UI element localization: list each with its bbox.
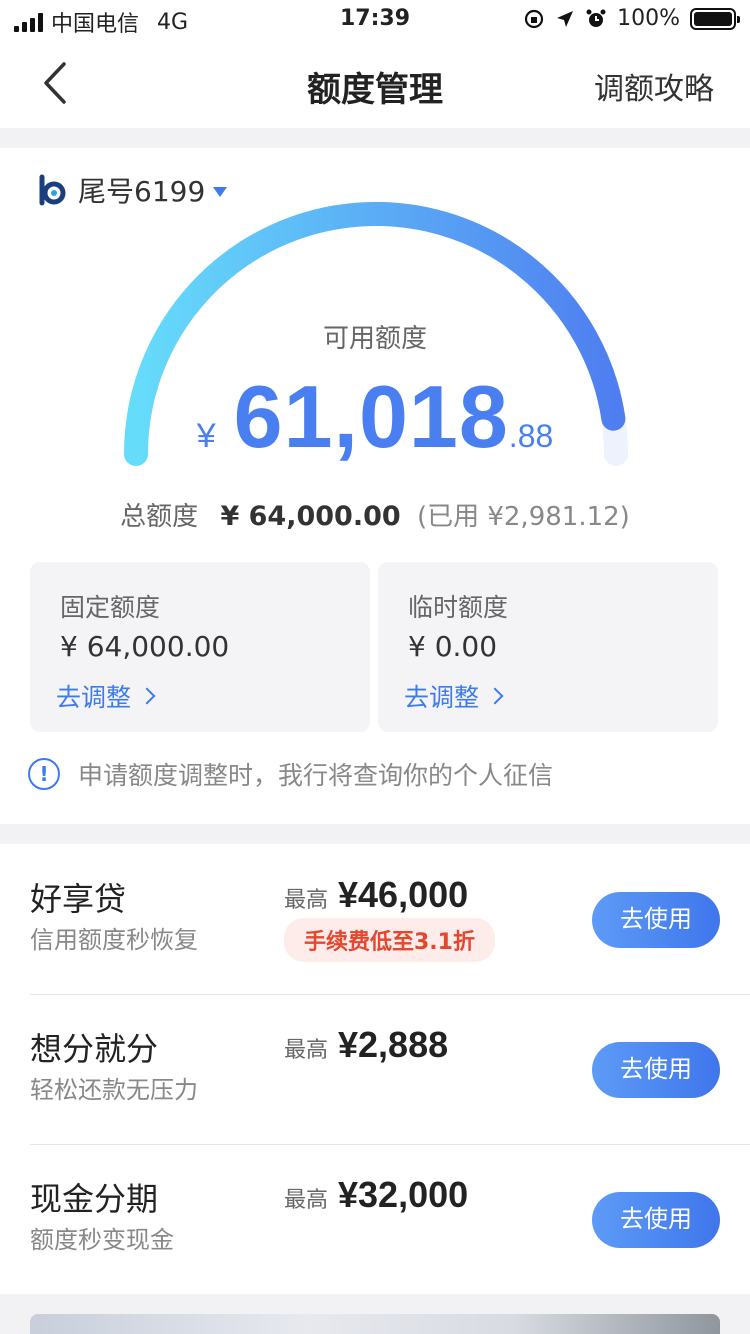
fixed-quota-box: 固定额度 ¥ 64,000.00 去调整: [30, 562, 370, 732]
notice-text: 申请额度调整时，我行将查询你的个人征信: [78, 761, 554, 790]
fixed-quota-adjust-link[interactable]: 去调整: [56, 678, 156, 714]
chevron-right-icon: [486, 687, 504, 705]
adjust-link-label: 去调整: [56, 683, 132, 712]
caret-down-icon: [213, 187, 228, 197]
use-button[interactable]: 去使用: [592, 1192, 720, 1248]
max-value: ¥2,888: [338, 1024, 449, 1065]
products-panel: 好享贷 信用额度秒恢复 最高 ¥46,000 手续费低至3.1折 去使用 想分就…: [0, 844, 750, 1294]
max-label: 最高: [284, 1038, 329, 1063]
product-name: 现金分期: [30, 1180, 159, 1218]
nav-bar: 额度管理 调额攻略: [0, 40, 750, 128]
status-bar: 中国电信 4G 17:39 100%: [0, 0, 750, 40]
temp-quota-value: ¥ 0.00: [408, 630, 498, 663]
temp-quota-box: 临时额度 ¥ 0.00 去调整: [378, 562, 718, 732]
alarm-icon: [586, 9, 606, 27]
max-value: ¥46,000: [338, 874, 469, 915]
promo-banner[interactable]: [30, 1314, 720, 1334]
product-max: 最高 ¥2,888: [284, 1024, 448, 1066]
total-credit-row: 总额度 ¥ 64,000.00 (已用 ¥2,981.12): [0, 496, 750, 533]
used-credit-value: (已用 ¥2,981.12): [416, 502, 630, 532]
chevron-right-icon: [138, 687, 156, 705]
max-label: 最高: [284, 1188, 329, 1213]
battery-percent: 100%: [617, 6, 680, 31]
fee-discount-badge: 手续费低至3.1折: [284, 918, 495, 962]
product-desc: 信用额度秒恢复: [30, 926, 198, 954]
use-button[interactable]: 去使用: [592, 1042, 720, 1098]
available-integer: 61,018: [233, 367, 509, 466]
credit-card-panel: 尾号6199 可用额度 ¥ 61,018 .88 总额度 ¥ 64,000.00…: [0, 148, 750, 824]
total-credit-value: ¥ 64,000.00: [220, 501, 401, 532]
divider: [30, 994, 750, 995]
product-max: 最高 ¥46,000: [284, 874, 468, 916]
info-icon: !: [28, 758, 60, 790]
limit-guide-link[interactable]: 调额攻略: [594, 64, 714, 108]
product-desc: 轻松还款无压力: [30, 1076, 198, 1104]
battery-icon: [690, 7, 740, 30]
available-credit-label: 可用额度: [322, 324, 427, 354]
orientation-lock-icon: [524, 9, 544, 28]
product-name: 好享贷: [30, 880, 127, 918]
product-row: 好享贷 信用额度秒恢复 最高 ¥46,000 手续费低至3.1折 去使用: [0, 844, 750, 994]
bank-logo-icon: [39, 174, 66, 206]
product-max: 最高 ¥32,000: [284, 1174, 468, 1216]
fixed-quota-value: ¥ 64,000.00: [60, 630, 230, 663]
divider: [30, 1144, 750, 1145]
product-row: 想分就分 轻松还款无压力 最高 ¥2,888 去使用: [0, 994, 750, 1144]
temp-quota-adjust-link[interactable]: 去调整: [404, 678, 504, 714]
location-arrow-icon: [557, 10, 574, 27]
temp-quota-title: 临时额度: [408, 593, 509, 622]
currency-symbol: ¥: [196, 417, 216, 455]
max-label: 最高: [284, 888, 329, 913]
adjust-link-label: 去调整: [404, 683, 480, 712]
product-name: 想分就分: [30, 1030, 159, 1068]
available-credit-amount: ¥ 61,018 .88: [0, 366, 750, 468]
product-row: 现金分期 额度秒变现金 最高 ¥32,000 去使用: [0, 1144, 750, 1294]
use-button[interactable]: 去使用: [592, 892, 720, 948]
credit-check-notice: ! 申请额度调整时，我行将查询你的个人征信: [28, 756, 553, 792]
product-desc: 额度秒变现金: [30, 1226, 174, 1254]
fixed-quota-title: 固定额度: [60, 593, 161, 622]
available-decimal: .88: [508, 418, 554, 454]
total-credit-label: 总额度: [120, 502, 199, 532]
status-right: 100%: [523, 6, 740, 31]
max-value: ¥32,000: [338, 1174, 469, 1215]
